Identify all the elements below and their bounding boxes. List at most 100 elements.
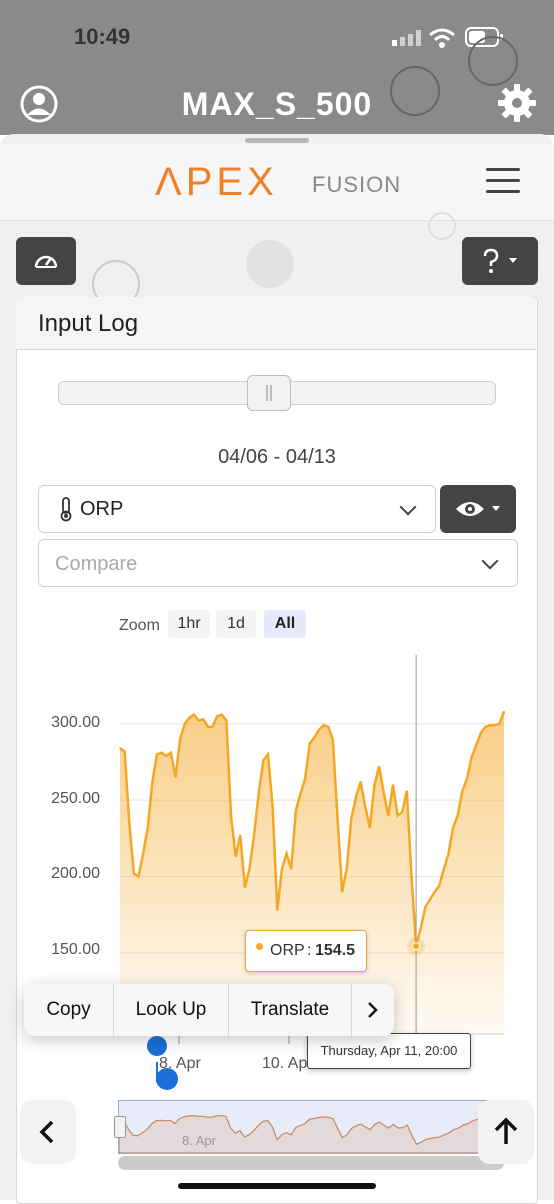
orp-point (239, 834, 242, 837)
orp-point (183, 722, 186, 725)
orp-point (322, 724, 325, 727)
orp-point (498, 722, 501, 725)
orp-point (456, 814, 459, 817)
orp-point (262, 759, 265, 762)
orp-point (290, 868, 292, 870)
navigator-series (118, 1114, 506, 1154)
scroll-top-button[interactable] (478, 1100, 534, 1164)
orp-point (489, 724, 491, 727)
orp-point (382, 791, 385, 794)
orp-point (123, 750, 126, 753)
look-up-menu-item[interactable]: Look Up (114, 984, 228, 1036)
orp-point (257, 791, 260, 794)
chevron-right-icon (368, 1002, 378, 1018)
home-indicator (178, 1183, 376, 1189)
orp-point (253, 833, 255, 835)
copy-menu-item[interactable]: Copy (24, 984, 113, 1036)
orp-point (142, 852, 144, 855)
orp-point (373, 784, 376, 786)
orp-point (369, 826, 371, 829)
orp-point (207, 726, 209, 728)
orp-point (271, 807, 274, 809)
orp-point (419, 927, 422, 930)
orp-point (345, 868, 348, 870)
orp-point (146, 826, 149, 829)
orp-point (211, 726, 214, 728)
orp-point (480, 732, 482, 734)
orp-point (188, 716, 191, 719)
orp-point (160, 752, 163, 754)
orp-point (216, 715, 218, 717)
orp-point (234, 855, 237, 858)
orp-point (165, 755, 168, 757)
x-tick-label: 10. Ap (262, 1055, 308, 1072)
hover-point (412, 942, 421, 951)
navigator-scrollbar[interactable] (118, 1156, 504, 1170)
orp-point (359, 781, 362, 783)
orp-point (318, 729, 320, 731)
orp-point (193, 713, 195, 716)
orp-point (295, 810, 297, 812)
orp-point (119, 747, 121, 750)
orp-point (438, 884, 441, 887)
orp-point (174, 776, 177, 779)
navigator-handle[interactable] (114, 1116, 126, 1138)
orp-point (392, 784, 394, 786)
orp-point (429, 898, 431, 901)
orp-point (304, 777, 306, 780)
orp-point (156, 753, 158, 756)
orp-point (484, 726, 487, 728)
orp-point (267, 753, 269, 756)
chart-navigator[interactable] (118, 1100, 506, 1154)
tooltip-series: ORP (270, 942, 305, 959)
orp-point (299, 793, 302, 795)
orp-point (503, 710, 505, 713)
translate-menu-item[interactable]: Translate (229, 984, 351, 1036)
navigator-label: 8. Apr (182, 1133, 216, 1148)
orp-point (332, 738, 334, 740)
orp-point (461, 790, 464, 792)
orp-point (410, 875, 413, 878)
orp-point (355, 796, 357, 798)
orp-point (285, 852, 288, 855)
orp-point (220, 713, 223, 716)
orp-point (341, 891, 343, 893)
orp-point (452, 826, 454, 829)
series-dot (256, 943, 263, 950)
orp-point (244, 886, 246, 889)
orp-point (137, 875, 140, 878)
orp-point (443, 868, 445, 870)
x-axis-tooltip: Thursday, Apr 11, 20:00 (307, 1033, 471, 1069)
more-menu-button[interactable] (352, 984, 394, 1036)
selection-handle-knob[interactable] (147, 1036, 167, 1056)
orp-point (230, 814, 232, 817)
chevron-left-icon (39, 1120, 54, 1144)
orp-point (248, 868, 251, 870)
context-menu: Copy Look Up Translate (24, 984, 394, 1036)
back-button[interactable] (20, 1100, 76, 1164)
orp-point (276, 909, 279, 912)
chart-tooltip: ORP : 154.5 (245, 930, 367, 972)
orp-point (364, 805, 367, 808)
tooltip-value: 154.5 (315, 942, 356, 959)
orp-point (202, 718, 205, 720)
arrow-up-icon (494, 1117, 518, 1144)
orp-point (179, 738, 181, 740)
orp-point (313, 736, 316, 739)
orp-point (406, 790, 408, 792)
orp-point (396, 814, 399, 817)
orp-point (387, 814, 390, 817)
orp-point (170, 752, 172, 754)
orp-point (433, 891, 436, 893)
orp-point (401, 811, 404, 814)
selection-handle-knob[interactable] (156, 1068, 178, 1090)
orp-point (475, 744, 478, 746)
orp-point (225, 719, 228, 722)
orp-point (350, 817, 353, 820)
orp-point (378, 765, 380, 768)
orp-point (151, 781, 154, 783)
orp-point (133, 872, 135, 875)
orp-point (128, 822, 131, 824)
orp-point (308, 742, 311, 745)
orp-point (466, 777, 468, 780)
